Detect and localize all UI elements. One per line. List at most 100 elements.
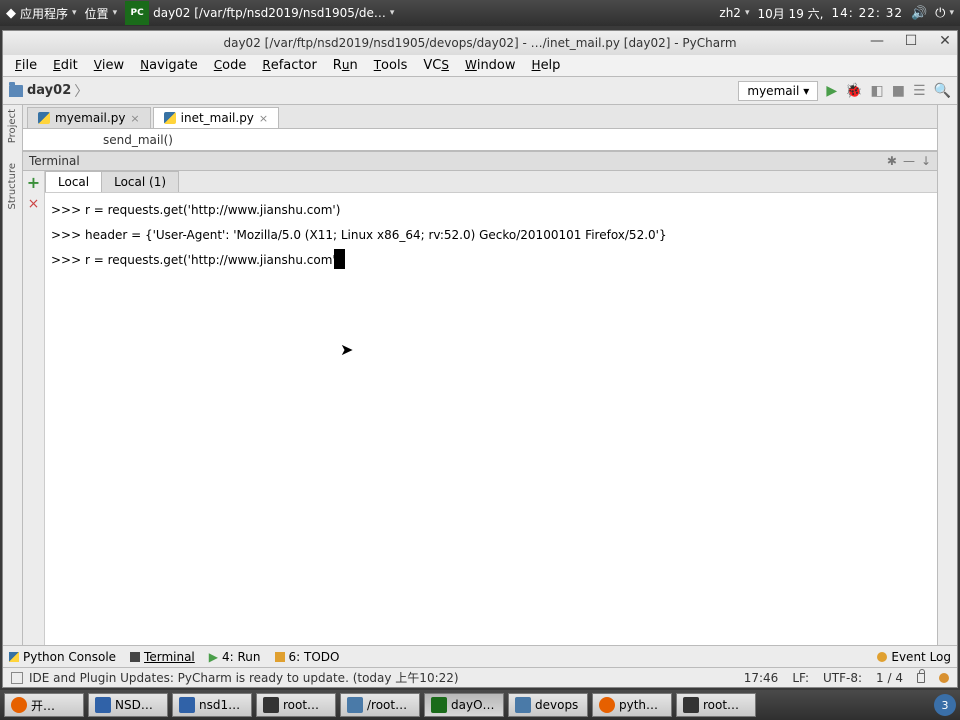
menu-tools[interactable]: Tools xyxy=(366,56,416,75)
status-position: 1 / 4 xyxy=(876,671,903,685)
structure-tool-button[interactable]: Structure xyxy=(7,163,18,210)
pycharm-title-bar: day02 [/var/ftp/nsd2019/nsd1905/devops/d… xyxy=(3,31,957,55)
terminal-tool[interactable]: Terminal xyxy=(130,650,195,664)
menu-file[interactable]: File xyxy=(7,56,45,75)
todo-tool[interactable]: 6: TODO xyxy=(275,650,340,664)
stop-button[interactable]: ■ xyxy=(892,83,905,99)
editor-tab-inet-mail[interactable]: inet_mail.py× xyxy=(153,107,280,128)
term-icon xyxy=(263,697,279,713)
pc-icon xyxy=(431,697,447,713)
status-message: IDE and Plugin Updates: PyCharm is ready… xyxy=(29,669,459,686)
menu-view[interactable]: View xyxy=(86,56,132,75)
file-icon xyxy=(515,697,531,713)
terminal-tab-local[interactable]: Local xyxy=(45,171,102,192)
editor-tab-myemail[interactable]: myemail.py× xyxy=(27,107,151,128)
coverage-button[interactable]: ◧ xyxy=(871,83,884,99)
volume-icon[interactable]: 🔊 xyxy=(911,6,927,21)
pycharm-icon: PC xyxy=(125,1,149,25)
clock[interactable]: 14: 22: 32 xyxy=(831,6,903,20)
menu-refactor[interactable]: Refactor xyxy=(254,56,324,75)
right-tool-stripe[interactable] xyxy=(937,105,957,645)
chevron-right-icon: 〉 xyxy=(74,81,88,101)
taskbar-item-6[interactable]: nsd1… xyxy=(172,693,252,717)
terminal-tab-bar: Local Local (1) xyxy=(45,171,937,193)
menu-navigate[interactable]: Navigate xyxy=(132,56,206,75)
ff-icon xyxy=(11,697,27,713)
breadcrumb[interactable]: day02 xyxy=(27,83,71,98)
pycharm-menu-bar: File Edit View Navigate Code Refactor Ru… xyxy=(3,55,957,77)
taskbar-item-3[interactable]: dayO… xyxy=(424,693,504,717)
run-tool[interactable]: ▶4: Run xyxy=(209,650,261,664)
status-encoding[interactable]: UTF-8: xyxy=(823,671,862,685)
mouse-pointer-icon: ➤ xyxy=(340,338,353,362)
taskbar-item-0[interactable]: root… xyxy=(676,693,756,717)
taskbar-item-label: nsd1… xyxy=(199,698,240,712)
close-tab-icon[interactable]: × xyxy=(259,112,268,125)
active-window-indicator[interactable]: PC day02 [/var/ftp/nsd2019/nsd1905/de… ▾ xyxy=(125,1,394,25)
taskbar-item-7[interactable]: NSD… xyxy=(88,693,168,717)
hector-icon[interactable] xyxy=(939,673,949,683)
input-method-indicator[interactable]: zh2 ▾ xyxy=(719,6,749,20)
new-session-button[interactable]: + xyxy=(27,173,40,192)
bottom-tool-buttons: Python Console Terminal ▶4: Run 6: TODO … xyxy=(3,645,957,667)
taskbar-item-label: /root… xyxy=(367,698,407,712)
taskbar-item-label: dayO… xyxy=(451,698,495,712)
gnome-top-panel: ◆ 应用程序 ▾ 位置 ▾ PC day02 [/var/ftp/nsd2019… xyxy=(0,0,960,26)
hide-panel-icon[interactable]: — xyxy=(903,154,915,168)
app-icon xyxy=(95,697,111,713)
terminal-output[interactable]: >>> r = requests.get('http://www.jianshu… xyxy=(45,193,937,645)
menu-code[interactable]: Code xyxy=(206,56,255,75)
search-everywhere-button[interactable]: 🔍 xyxy=(934,83,951,99)
update-button[interactable]: ☰ xyxy=(913,83,926,99)
debug-button[interactable]: 🐞 xyxy=(845,83,862,99)
terminal-tab-local-1[interactable]: Local (1) xyxy=(101,171,179,192)
project-tool-button[interactable]: Project xyxy=(7,109,18,143)
status-linesep[interactable]: LF: xyxy=(792,671,809,685)
lock-icon[interactable] xyxy=(917,673,925,683)
tray-notification-icon[interactable]: 3 xyxy=(934,694,956,716)
taskbar-item-1[interactable]: pyth… xyxy=(592,693,672,717)
hide-panel-icon-2[interactable]: ↓ xyxy=(921,154,931,168)
pycharm-window: day02 [/var/ftp/nsd2019/nsd1905/devops/d… xyxy=(2,30,958,688)
calendar-indicator[interactable]: 10月 19 六, xyxy=(757,5,823,22)
close-tab-icon[interactable]: × xyxy=(130,112,139,125)
event-log-tool[interactable]: Event Log xyxy=(877,650,951,664)
minimize-button[interactable]: — xyxy=(869,33,885,49)
navigation-bar: day02 〉 myemail▾ ▶ 🐞 ◧ ■ ☰ 🔍 xyxy=(3,77,957,105)
editor-visible-line[interactable]: send_mail() xyxy=(23,129,937,151)
menu-help[interactable]: Help xyxy=(524,56,569,75)
close-session-button[interactable]: × xyxy=(28,196,40,212)
applications-menu[interactable]: ◆ 应用程序 ▾ xyxy=(6,5,77,22)
terminal-panel-header[interactable]: Terminal ✱ — ↓ xyxy=(23,151,937,171)
taskbar-item-label: 开… xyxy=(31,697,55,714)
menu-edit[interactable]: Edit xyxy=(45,56,86,75)
folder-icon xyxy=(9,85,23,97)
gnome-bottom-panel: 开…NSD…nsd1…root…/root…dayO…devopspyth…ro… xyxy=(0,690,960,720)
taskbar-item-4[interactable]: /root… xyxy=(340,693,420,717)
python-icon xyxy=(9,652,19,662)
status-icon[interactable] xyxy=(11,672,23,684)
ff-icon xyxy=(599,697,615,713)
run-config-selector[interactable]: myemail▾ xyxy=(738,81,818,101)
run-button[interactable]: ▶ xyxy=(826,83,837,99)
menu-run[interactable]: Run xyxy=(325,56,366,75)
taskbar-item-5[interactable]: root… xyxy=(256,693,336,717)
taskbar-item-8[interactable]: 开… xyxy=(4,693,84,717)
editor-tab-bar: myemail.py× inet_mail.py× xyxy=(23,105,937,129)
menu-vcs[interactable]: VCS xyxy=(415,56,457,75)
file-icon xyxy=(347,697,363,713)
close-button[interactable]: ✕ xyxy=(937,33,953,49)
todo-icon xyxy=(275,652,285,662)
left-tool-stripe[interactable]: Project Structure xyxy=(3,105,23,645)
gear-icon[interactable]: ✱ xyxy=(887,154,897,168)
maximize-button[interactable]: ☐ xyxy=(903,33,919,49)
event-log-icon xyxy=(877,652,887,662)
places-menu[interactable]: 位置 ▾ xyxy=(85,5,118,22)
term-icon xyxy=(683,697,699,713)
python-file-icon xyxy=(38,112,50,124)
taskbar-item-2[interactable]: devops xyxy=(508,693,588,717)
python-console-tool[interactable]: Python Console xyxy=(9,650,116,664)
terminal-cursor xyxy=(334,249,345,269)
menu-window[interactable]: Window xyxy=(457,56,524,75)
power-icon[interactable]: ⏻ ▾ xyxy=(935,6,954,21)
